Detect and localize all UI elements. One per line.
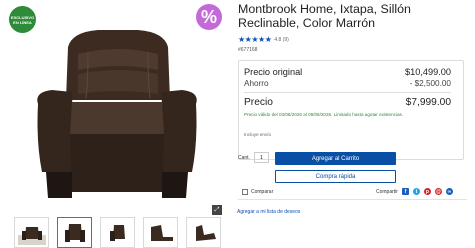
- quantity-input[interactable]: 1: [254, 152, 269, 163]
- compare-checkbox[interactable]: [242, 189, 248, 195]
- wishlist-link[interactable]: Agregar a mi lista de deseos: [237, 209, 300, 215]
- original-price-row: Precio original $10,499.00: [244, 67, 451, 77]
- zoom-icon[interactable]: ⤢: [212, 205, 222, 215]
- pinterest-icon[interactable]: p: [423, 188, 431, 195]
- savings-value: - $2,500.00: [409, 79, 451, 88]
- product-sku: #677168: [238, 47, 258, 53]
- product-title: Montbrook Home, Ixtapa, Sillón Reclinabl…: [238, 2, 411, 30]
- price-validity-note: Precio válido del 03/08/2026 al 09/08/20…: [244, 112, 404, 117]
- rating[interactable]: ★★★★★ 4.8 (9): [238, 35, 470, 44]
- product-info: Montbrook Home, Ixtapa, Sillón Reclinabl…: [238, 2, 470, 53]
- final-price-value: $7,999.00: [405, 97, 451, 108]
- savings-row: Ahorro - $2,500.00: [244, 79, 451, 88]
- thumbnail-5[interactable]: [186, 217, 221, 248]
- compare-label: Comparar: [251, 189, 274, 195]
- original-price-value: $10,499.00: [405, 67, 451, 77]
- link-icon[interactable]: ∞: [445, 188, 453, 195]
- savings-label: Ahorro: [244, 79, 269, 88]
- share-bar: Compartir f t p @ ∞: [376, 188, 453, 195]
- final-price-label: Precio: [244, 97, 273, 108]
- shipping-note: Incluye envío: [244, 132, 272, 137]
- thumbnail-3[interactable]: [100, 217, 135, 248]
- thumbnail-1[interactable]: [14, 217, 49, 248]
- thumbnail-2[interactable]: [57, 217, 92, 248]
- price-divider: [244, 92, 451, 93]
- email-icon[interactable]: @: [434, 188, 442, 195]
- twitter-icon[interactable]: t: [412, 188, 420, 195]
- quantity-label: Cant.: [238, 155, 250, 161]
- compare-control[interactable]: Comparar: [242, 189, 273, 195]
- original-price-label: Precio original: [244, 67, 303, 77]
- rating-text: 4.8 (9): [274, 36, 289, 43]
- thumbnail-strip: [14, 217, 221, 248]
- product-gallery: EXCLUSIVO EN LÍNEA % ⤢: [0, 0, 232, 248]
- star-rating-icon: ★★★★★: [238, 35, 272, 44]
- price-box: Precio original $10,499.00 Ahorro - $2,5…: [238, 60, 464, 160]
- add-to-cart-button[interactable]: Agregar al Carrito: [275, 152, 396, 165]
- section-divider: [238, 199, 467, 200]
- thumbnail-4[interactable]: [143, 217, 178, 248]
- quick-buy-button[interactable]: Compra rápida: [275, 170, 396, 183]
- product-main-image[interactable]: [28, 22, 206, 202]
- final-price-row: Precio $7,999.00: [244, 97, 451, 108]
- facebook-icon[interactable]: f: [401, 188, 409, 195]
- share-label: Compartir: [376, 188, 398, 195]
